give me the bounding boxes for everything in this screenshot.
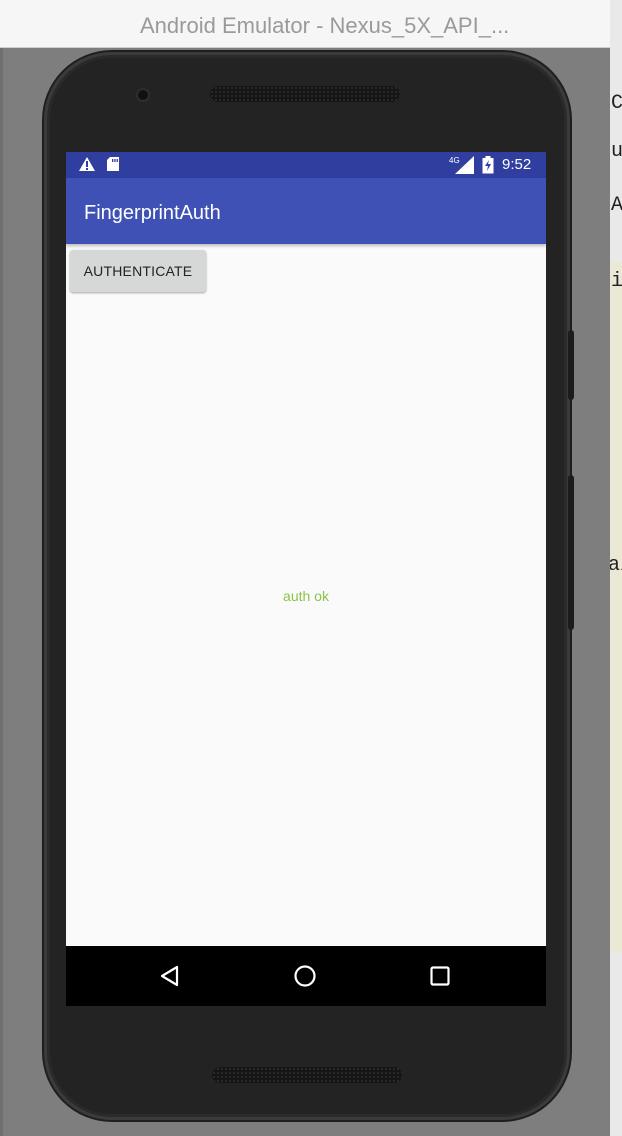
recents-icon[interactable] xyxy=(428,964,452,988)
status-bar: 4G 9:52 xyxy=(66,152,546,178)
network-type-label: 4G xyxy=(449,156,460,165)
authenticate-button[interactable]: AUTHENTICATE xyxy=(70,250,206,292)
background-editor-panel xyxy=(610,262,622,952)
battery-charging-icon xyxy=(482,156,494,174)
background-editor-strip: C u A i a/ xyxy=(610,0,622,1136)
power-button[interactable] xyxy=(568,330,574,400)
bottom-speaker xyxy=(212,1067,402,1083)
front-camera xyxy=(138,90,148,100)
signal-4g-icon: 4G xyxy=(449,156,474,174)
window-titlebar[interactable]: Android Emulator - Nexus_5X_API_... xyxy=(0,0,611,48)
home-icon[interactable] xyxy=(293,964,317,988)
background-glyph: C xyxy=(611,92,622,115)
auth-status-text: auth ok xyxy=(283,588,329,604)
background-glyph: a/ xyxy=(610,554,622,577)
back-icon[interactable] xyxy=(158,964,182,988)
status-clock: 9:52 xyxy=(502,156,532,173)
sd-card-icon xyxy=(107,157,119,171)
top-speaker xyxy=(210,86,400,102)
app-bar: FingerprintAuth xyxy=(66,178,546,244)
emulator-window: Android Emulator - Nexus_5X_API_... C u … xyxy=(0,0,622,1136)
background-glyph: i xyxy=(611,270,622,293)
window-title: Android Emulator - Nexus_5X_API_... xyxy=(140,13,510,38)
app-title: FingerprintAuth xyxy=(84,202,221,224)
device-screen: 4G 9:52 FingerprintAuth AUTHENTICATE aut… xyxy=(66,152,546,1006)
background-editor-edge xyxy=(0,48,3,1136)
volume-button[interactable] xyxy=(568,475,574,630)
background-glyph: A xyxy=(611,194,622,217)
navigation-bar xyxy=(66,946,546,1006)
background-glyph: u xyxy=(611,140,622,163)
warning-icon xyxy=(79,157,95,171)
